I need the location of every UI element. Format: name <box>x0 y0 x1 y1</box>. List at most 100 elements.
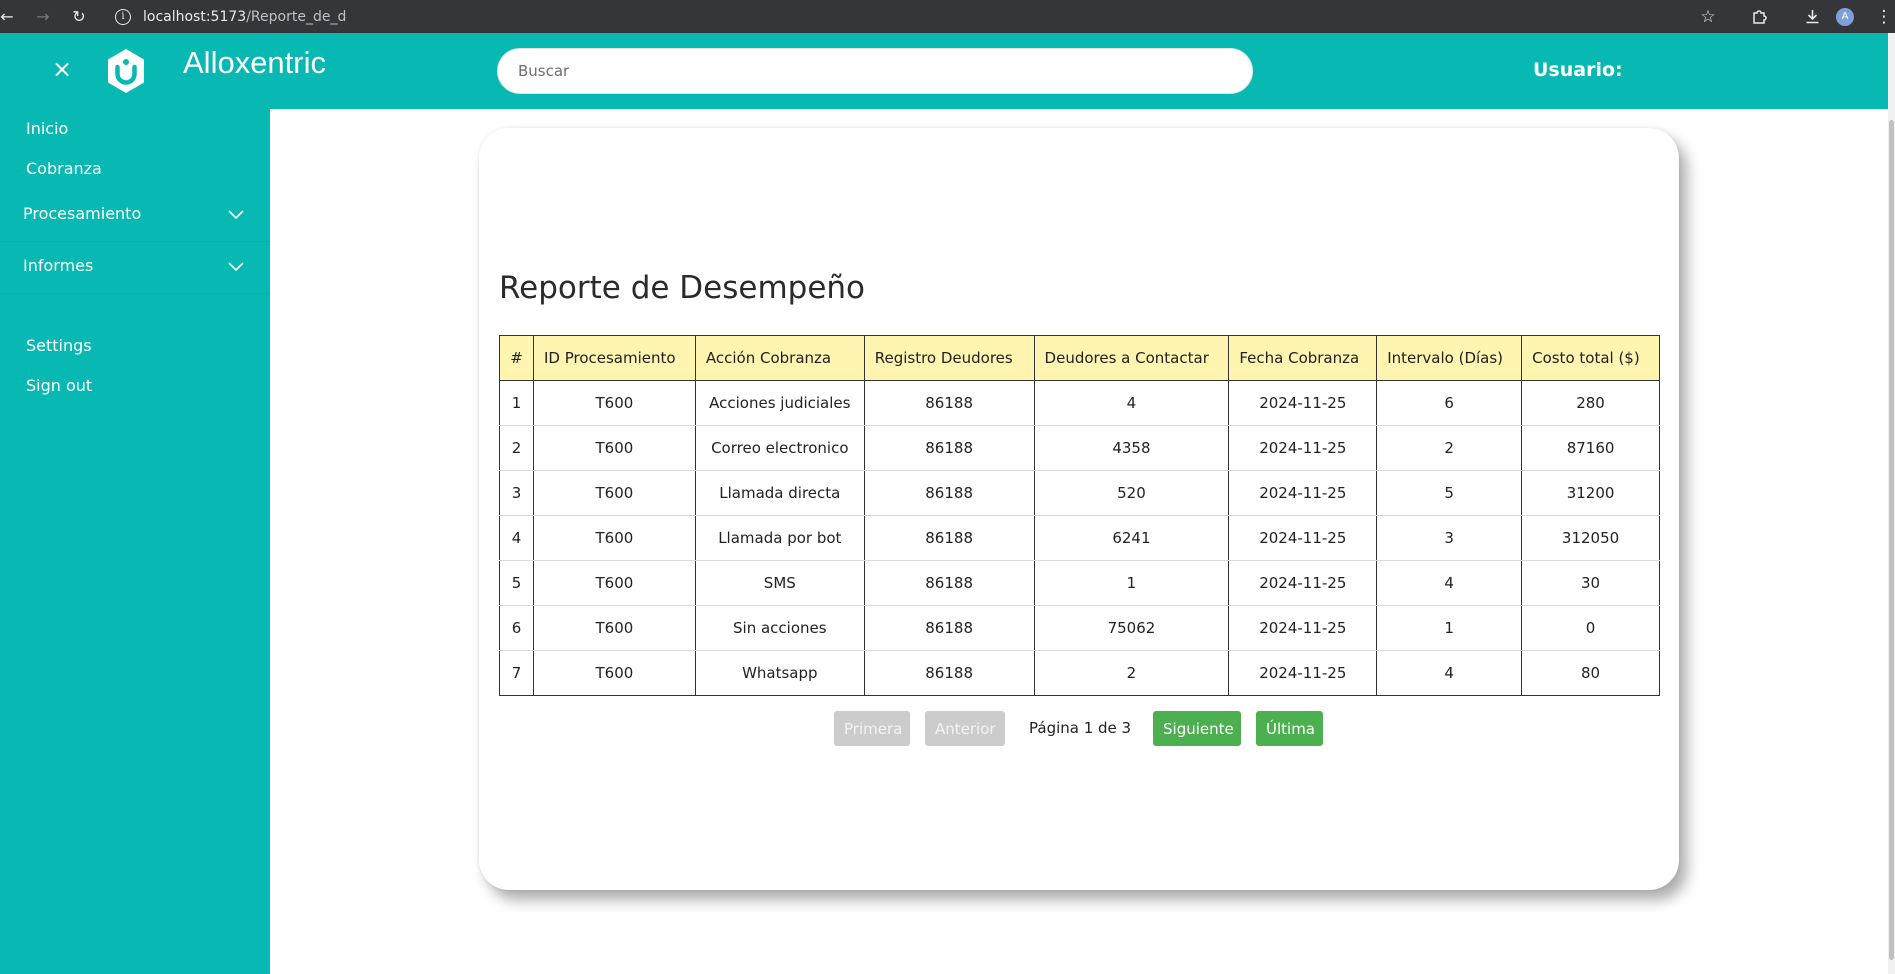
column-header: Fecha Cobranza <box>1228 335 1378 381</box>
table-cell: Correo electronico <box>694 425 865 471</box>
sidebar-item-inicio[interactable]: Inicio <box>26 119 68 138</box>
table-cell: 86188 <box>863 515 1035 561</box>
forward-arrow-icon[interactable]: → <box>30 0 56 33</box>
url-text: localhost:5173/Reporte_de_d <box>143 8 347 25</box>
table-cell: 520 <box>1033 470 1230 516</box>
table-row: 3 T600 Llamada directa 86188 520 2024-11-25 5 3… <box>499 470 1660 516</box>
table-cell: 4 <box>499 515 534 561</box>
table-cell: 4 <box>1376 560 1523 606</box>
table-row: 7 T600 Whatsapp 86188 2 2024-11-25 4 80 <box>499 650 1660 696</box>
page-title: Reporte de Desempeño <box>499 270 866 306</box>
sidebar-group-informes[interactable]: Informes <box>0 242 270 294</box>
reload-icon[interactable]: ↻ <box>66 0 92 33</box>
menu-dots-icon[interactable]: ⋮ <box>1873 0 1895 33</box>
table-cell: T600 <box>532 470 696 516</box>
table-cell: Llamada directa <box>694 470 865 516</box>
table-cell: Whatsapp <box>694 650 865 696</box>
table-cell: 7 <box>499 650 534 696</box>
extensions-icon[interactable] <box>1744 0 1774 33</box>
table-cell: 0 <box>1521 605 1660 651</box>
report-card: Reporte de Desempeño # ID Procesamiento … <box>479 128 1679 890</box>
column-header: Registro Deudores <box>863 335 1035 381</box>
table-cell: T600 <box>532 425 696 471</box>
table-cell: 2024-11-25 <box>1228 470 1378 516</box>
scrollbar-thumb[interactable] <box>1889 120 1894 960</box>
address-bar[interactable]: i localhost:5173/Reporte_de_d <box>107 0 1737 33</box>
table-cell: 4 <box>1033 380 1230 426</box>
table-cell: 2 <box>1376 425 1523 471</box>
pagination: Primera Anterior Página 1 de 3 Siguiente… <box>479 711 1679 747</box>
sidebar-item-cobranza[interactable]: Cobranza <box>26 159 102 178</box>
table-row: 4 T600 Llamada por bot 86188 6241 2024-11-25 3… <box>499 515 1660 561</box>
sidebar-group-label: Informes <box>23 256 94 275</box>
table-cell: T600 <box>532 380 696 426</box>
table-cell: 2024-11-25 <box>1228 515 1378 561</box>
table-cell: 3 <box>499 470 534 516</box>
profile-avatar[interactable]: A <box>1836 8 1854 26</box>
table-cell: 2 <box>499 425 534 471</box>
previous-page-button[interactable]: Anterior <box>925 711 1005 746</box>
table-cell: 2024-11-25 <box>1228 380 1378 426</box>
download-icon[interactable] <box>1797 0 1827 33</box>
table-cell: 87160 <box>1521 425 1660 471</box>
table-cell: 2024-11-25 <box>1228 605 1378 651</box>
table-cell: 1 <box>1033 560 1230 606</box>
table-cell: 4 <box>1376 650 1523 696</box>
table-cell: T600 <box>532 605 696 651</box>
sidebar-item-settings[interactable]: Settings <box>26 336 92 355</box>
table-cell: 2024-11-25 <box>1228 650 1378 696</box>
table-cell: 280 <box>1521 380 1660 426</box>
user-label: Usuario: <box>1533 59 1623 81</box>
sidebar-group-label: Procesamiento <box>23 204 142 223</box>
close-icon[interactable]: × <box>50 53 74 85</box>
table-body: 1 T600 Acciones judiciales 86188 4 2024-11-25… <box>499 380 1660 696</box>
table-cell: 6241 <box>1033 515 1230 561</box>
site-info-icon[interactable]: i <box>115 8 131 25</box>
sidebar-group-procesamiento[interactable]: Procesamiento <box>0 190 270 242</box>
table-cell: 1 <box>499 380 534 426</box>
table-row: 6 T600 Sin acciones 86188 75062 2024-11-25 1 0 <box>499 605 1660 651</box>
table-cell: Sin acciones <box>694 605 865 651</box>
table-cell: 4358 <box>1033 425 1230 471</box>
search-input[interactable] <box>497 48 1253 94</box>
table-cell: 5 <box>499 560 534 606</box>
table-cell: 6 <box>499 605 534 651</box>
table-header-row: # ID Procesamiento Acción Cobranza Regis… <box>499 335 1660 381</box>
last-page-button[interactable]: Última <box>1256 711 1323 746</box>
app-header: × Alloxentric Usuario: <box>0 33 1888 109</box>
browser-toolbar: ← → ↻ i localhost:5173/Reporte_de_d ☆ A … <box>0 0 1895 33</box>
table-row: 2 T600 Correo electronico 86188 4358 2024-11-… <box>499 425 1660 471</box>
column-header: # <box>499 335 534 381</box>
table-cell: 2024-11-25 <box>1228 425 1378 471</box>
report-table: # ID Procesamiento Acción Cobranza Regis… <box>499 335 1660 696</box>
page-info: Página 1 de 3 <box>1029 719 1132 737</box>
table-cell: 31200 <box>1521 470 1660 516</box>
table-cell: 86188 <box>863 470 1035 516</box>
table-cell: 6 <box>1376 380 1523 426</box>
table-row: 5 T600 SMS 86188 1 2024-11-25 4 30 <box>499 560 1660 606</box>
table-cell: 312050 <box>1521 515 1660 561</box>
sidebar: Inicio Cobranza Procesamiento Informes S… <box>0 109 270 974</box>
sidebar-item-sign-out[interactable]: Sign out <box>26 376 92 395</box>
table-cell: Acciones judiciales <box>694 380 865 426</box>
first-page-button[interactable]: Primera <box>834 711 910 746</box>
table-cell: 1 <box>1376 605 1523 651</box>
next-page-button[interactable]: Siguiente <box>1153 711 1241 746</box>
table-cell: T600 <box>532 650 696 696</box>
table-cell: 2024-11-25 <box>1228 560 1378 606</box>
table-cell: 75062 <box>1033 605 1230 651</box>
bookmark-star-icon[interactable]: ☆ <box>1693 0 1723 33</box>
chevron-down-icon <box>228 262 244 272</box>
table-row: 1 T600 Acciones judiciales 86188 4 2024-11-25… <box>499 380 1660 426</box>
brand-name: Alloxentric <box>183 45 326 80</box>
column-header: Intervalo (Días) <box>1376 335 1523 381</box>
table-cell: 80 <box>1521 650 1660 696</box>
column-header: Acción Cobranza <box>694 335 865 381</box>
table-cell: 86188 <box>863 560 1035 606</box>
table-cell: T600 <box>532 560 696 606</box>
column-header: ID Procesamiento <box>532 335 696 381</box>
back-arrow-icon[interactable]: ← <box>0 0 20 33</box>
table-cell: 86188 <box>863 650 1035 696</box>
table-cell: T600 <box>532 515 696 561</box>
table-cell: 3 <box>1376 515 1523 561</box>
